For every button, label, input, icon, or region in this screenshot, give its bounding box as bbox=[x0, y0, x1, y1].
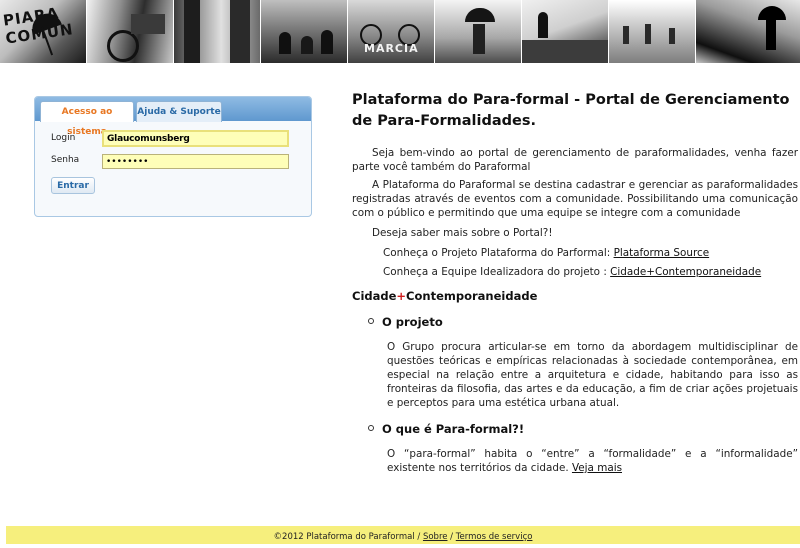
entrar-button[interactable]: Entrar bbox=[51, 177, 95, 194]
login-panel: Acesso ao sistema Ajuda & Suporte Login … bbox=[34, 96, 312, 217]
project-link-line: Conheça o Projeto Plataforma do Parforma… bbox=[383, 246, 798, 260]
main-content: Plataforma do Para-formal - Portal de Ge… bbox=[352, 90, 798, 475]
team-link-text: Conheça a Equipe Idealizadora do projeto… bbox=[383, 266, 611, 278]
plataforma-source-link[interactable]: Plataforma Source bbox=[614, 247, 710, 259]
heading-part-cidade: Cidade bbox=[352, 289, 397, 303]
banner-photo-people bbox=[261, 0, 348, 63]
more-info-question: Deseja saber mais sobre o Portal?! bbox=[372, 227, 553, 239]
banner-photo-seawall bbox=[522, 0, 609, 63]
section-heading-cidade-contemporaneidade: Cidade+Contemporaneidade bbox=[352, 289, 798, 303]
bullet-icon bbox=[368, 318, 374, 324]
login-input[interactable] bbox=[102, 130, 289, 147]
bullet-icon bbox=[368, 425, 374, 431]
wall-text: MARCIA bbox=[364, 42, 419, 55]
footer-copyright: ©2012 Plataforma do Paraformal / bbox=[273, 532, 423, 542]
page-title: Plataforma do Para-formal - Portal de Ge… bbox=[352, 92, 790, 129]
banner-photo-umbrella bbox=[435, 0, 522, 63]
item-text-para-formal: O “para-formal” habita o “entre” a “form… bbox=[387, 447, 798, 475]
banner-photo-beach bbox=[609, 0, 696, 63]
footer-separator: / bbox=[447, 532, 456, 542]
cidade-contemporaneidade-link[interactable]: Cidade+Contemporaneidade bbox=[610, 266, 761, 278]
veja-mais-link[interactable]: Veja mais bbox=[572, 462, 622, 474]
item-title-text: O que é Para-formal?! bbox=[382, 422, 525, 436]
intro-paragraph-welcome: Seja bem-vindo ao portal de gerenciament… bbox=[352, 147, 798, 173]
banner-photo-alley bbox=[174, 0, 261, 63]
intro-paragraph-description: A Plataforma do Paraformal se destina ca… bbox=[352, 179, 798, 219]
senha-input[interactable] bbox=[102, 154, 289, 169]
header-photo-banner: PIARA COMUN MARCIA bbox=[0, 0, 800, 63]
banner-photo-graffiti: PIARA COMUN bbox=[0, 0, 87, 63]
team-link-line: Conheça a Equipe Idealizadora do projeto… bbox=[383, 265, 798, 279]
heading-plus: + bbox=[396, 289, 407, 303]
item-title-text: O projeto bbox=[382, 315, 443, 329]
item-title-o-projeto: O projeto bbox=[368, 315, 798, 329]
banner-photo-cart bbox=[87, 0, 174, 63]
banner-photo-bicycle: MARCIA bbox=[348, 0, 435, 63]
tab-acesso-ao-sistema[interactable]: Acesso ao sistema bbox=[40, 101, 134, 137]
senha-label: Senha bbox=[51, 155, 80, 165]
termos-de-servico-link[interactable]: Termos de serviço bbox=[456, 532, 533, 542]
item-title-o-que-e-para-formal: O que é Para-formal?! bbox=[368, 422, 798, 436]
item-text-o-projeto: O Grupo procura articular-se em torno da… bbox=[387, 341, 798, 409]
banner-photo-umbrella-silhouette bbox=[696, 0, 800, 63]
login-label: Login bbox=[51, 133, 76, 143]
footer: ©2012 Plataforma do Paraformal / Sobre /… bbox=[6, 526, 800, 544]
heading-part-contemporaneidade: Contemporaneidade bbox=[406, 289, 538, 303]
sobre-link[interactable]: Sobre bbox=[423, 532, 448, 542]
project-link-text: Conheça o Projeto Plataforma do Parforma… bbox=[383, 247, 614, 259]
login-tabbar: Acesso ao sistema Ajuda & Suporte bbox=[35, 97, 311, 137]
tab-ajuda-suporte[interactable]: Ajuda & Suporte bbox=[136, 101, 222, 122]
